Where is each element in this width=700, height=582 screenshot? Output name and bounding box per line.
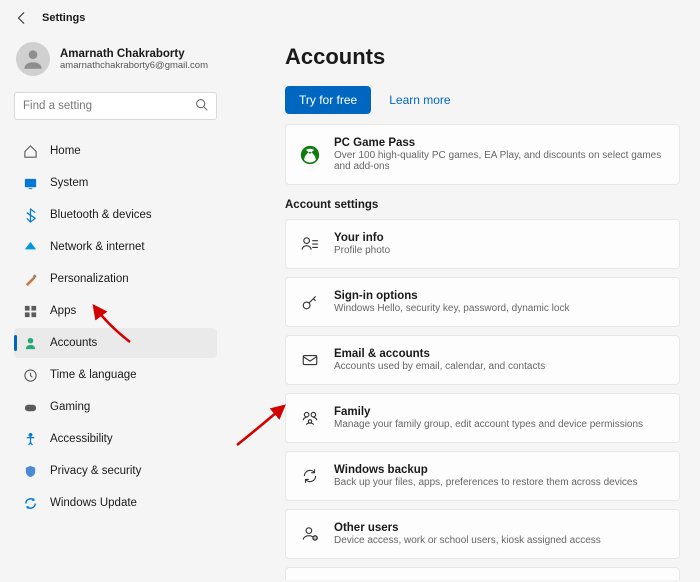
signin-options-card[interactable]: Sign-in optionsWindows Hello, security k… bbox=[285, 277, 680, 327]
family-card[interactable]: FamilyManage your family group, edit acc… bbox=[285, 393, 680, 443]
sidebar-item-update[interactable]: Windows Update bbox=[14, 488, 217, 518]
user-email: amarnathchakraborty6@gmail.com bbox=[60, 60, 208, 71]
card-sub: Profile photo bbox=[334, 245, 390, 256]
family-icon bbox=[300, 408, 320, 428]
sidebar-item-time[interactable]: Time & language bbox=[14, 360, 217, 390]
sidebar-item-label: Personalization bbox=[50, 273, 129, 285]
card-sub: Windows Hello, security key, password, d… bbox=[334, 303, 569, 314]
sidebar: Amarnath Chakraborty amarnathchakraborty… bbox=[0, 34, 225, 580]
sidebar-item-label: Gaming bbox=[50, 401, 90, 413]
card-sub: Accounts used by email, calendar, and co… bbox=[334, 361, 545, 372]
card-title: Windows backup bbox=[334, 464, 637, 476]
gamepass-title: PC Game Pass bbox=[334, 137, 665, 149]
other-users-card[interactable]: Other usersDevice access, work or school… bbox=[285, 509, 680, 559]
sidebar-item-personalization[interactable]: Personalization bbox=[14, 264, 217, 294]
try-free-button[interactable]: Try for free bbox=[285, 86, 371, 114]
backup-icon bbox=[300, 466, 320, 486]
sidebar-item-label: System bbox=[50, 177, 88, 189]
profile-icon bbox=[300, 234, 320, 254]
sidebar-item-home[interactable]: Home bbox=[14, 136, 217, 166]
main-content: Accounts Try for free Learn more PC Game… bbox=[225, 34, 700, 580]
update-icon bbox=[22, 495, 38, 511]
back-button[interactable] bbox=[14, 10, 30, 26]
accessibility-icon bbox=[22, 431, 38, 447]
sidebar-item-network[interactable]: Network & internet bbox=[14, 232, 217, 262]
gaming-icon bbox=[22, 399, 38, 415]
card-title: Email & accounts bbox=[334, 348, 545, 360]
bluetooth-icon bbox=[22, 207, 38, 223]
card-title: Your info bbox=[334, 232, 390, 244]
sidebar-item-label: Privacy & security bbox=[50, 465, 141, 477]
sidebar-item-gaming[interactable]: Gaming bbox=[14, 392, 217, 422]
sidebar-item-label: Time & language bbox=[50, 369, 137, 381]
network-icon bbox=[22, 239, 38, 255]
card-sub: Device access, work or school users, kio… bbox=[334, 535, 601, 546]
app-title: Settings bbox=[42, 12, 85, 24]
sidebar-item-accessibility[interactable]: Accessibility bbox=[14, 424, 217, 454]
sidebar-item-label: Home bbox=[50, 145, 81, 157]
gamepass-sub: Over 100 high-quality PC games, EA Play,… bbox=[334, 150, 665, 172]
search-input[interactable] bbox=[23, 100, 195, 112]
apps-icon bbox=[22, 303, 38, 319]
card-title: Other users bbox=[334, 522, 601, 534]
avatar bbox=[16, 42, 50, 76]
user-block[interactable]: Amarnath Chakraborty amarnathchakraborty… bbox=[14, 34, 217, 90]
sidebar-item-bluetooth[interactable]: Bluetooth & devices bbox=[14, 200, 217, 230]
sidebar-item-label: Windows Update bbox=[50, 497, 137, 509]
email-accounts-card[interactable]: Email & accountsAccounts used by email, … bbox=[285, 335, 680, 385]
your-info-card[interactable]: Your infoProfile photo bbox=[285, 219, 680, 269]
search-icon bbox=[195, 98, 208, 114]
accounts-icon bbox=[22, 335, 38, 351]
sidebar-item-label: Apps bbox=[50, 305, 76, 317]
user-name: Amarnath Chakraborty bbox=[60, 48, 208, 60]
shield-icon bbox=[22, 463, 38, 479]
xbox-icon bbox=[300, 145, 320, 165]
sidebar-item-label: Bluetooth & devices bbox=[50, 209, 152, 221]
card-title: Sign-in options bbox=[334, 290, 569, 302]
card-title: Family bbox=[334, 406, 643, 418]
sidebar-item-label: Accessibility bbox=[50, 433, 113, 445]
gamepass-card[interactable]: PC Game Pass Over 100 high-quality PC ga… bbox=[285, 124, 680, 185]
page-title: Accounts bbox=[285, 44, 680, 70]
sidebar-item-privacy[interactable]: Privacy & security bbox=[14, 456, 217, 486]
search-box[interactable] bbox=[14, 92, 217, 120]
home-icon bbox=[22, 143, 38, 159]
brush-icon bbox=[22, 271, 38, 287]
section-heading: Account settings bbox=[285, 199, 680, 211]
sidebar-item-label: Accounts bbox=[50, 337, 97, 349]
learn-more-link[interactable]: Learn more bbox=[389, 93, 450, 107]
mail-icon bbox=[300, 350, 320, 370]
clock-icon bbox=[22, 367, 38, 383]
key-icon bbox=[300, 292, 320, 312]
sidebar-item-apps[interactable]: Apps bbox=[14, 296, 217, 326]
system-icon bbox=[22, 175, 38, 191]
card-sub: Back up your files, apps, preferences to… bbox=[334, 477, 637, 488]
sidebar-item-accounts[interactable]: Accounts bbox=[14, 328, 217, 358]
windows-backup-card[interactable]: Windows backupBack up your files, apps, … bbox=[285, 451, 680, 501]
sidebar-item-system[interactable]: System bbox=[14, 168, 217, 198]
users-plus-icon bbox=[300, 524, 320, 544]
work-school-card[interactable]: Access work or schoolOrganization resour… bbox=[285, 567, 680, 580]
card-sub: Manage your family group, edit account t… bbox=[334, 419, 643, 430]
sidebar-item-label: Network & internet bbox=[50, 241, 145, 253]
